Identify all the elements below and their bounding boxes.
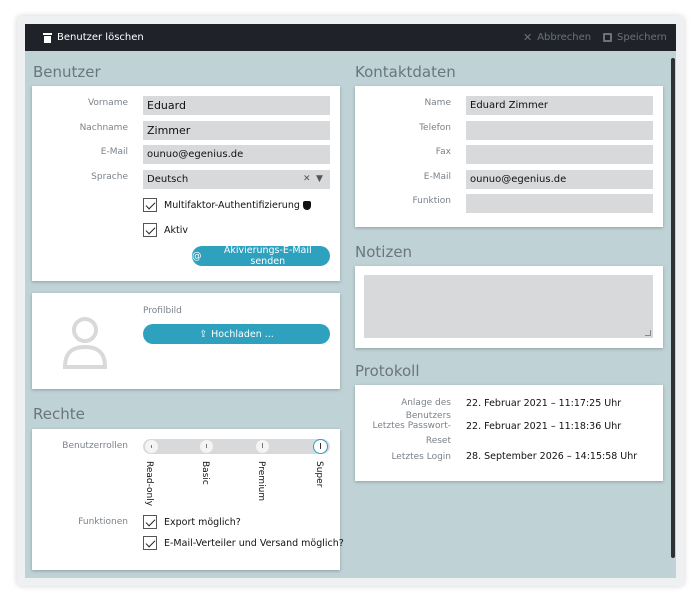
shield-icon <box>302 201 311 210</box>
nachname-label: Nachname <box>79 123 128 133</box>
protokoll-card: Anlage des Benutzers 22. Februar 2021 – … <box>355 385 663 481</box>
rechte-card: Benutzerrollen Read-only Basic Premium S… <box>32 429 344 570</box>
section-title-protokoll: Protokoll <box>355 362 420 380</box>
notizen-textarea[interactable] <box>364 275 653 338</box>
role-tick-basic[interactable] <box>200 440 213 453</box>
anlage-value: 22. Februar 2021 – 11:17:25 Uhr <box>466 398 622 409</box>
vorname-label: Vorname <box>87 98 128 108</box>
kontakt-name-input[interactable]: Eduard Zimmer <box>466 96 653 115</box>
section-title-kontaktdaten: Kontaktdaten <box>355 63 456 81</box>
kontakt-email-input[interactable]: ounuo@egenius.de <box>466 170 653 189</box>
profilbild-label: Profilbild <box>143 306 182 316</box>
upload-label: Hochladen ... <box>211 328 274 340</box>
cancel-label: Abbrechen <box>537 32 592 43</box>
role-label-basic: Basic <box>200 461 210 485</box>
verteiler-label: E-Mail-Verteiler und Versand möglich? <box>164 538 344 549</box>
mfa-label-text: Multifaktor-Authentifizierung <box>164 200 300 211</box>
upload-button[interactable]: ⇪ Hochladen ... <box>143 324 330 344</box>
section-title-benutzer: Benutzer <box>33 63 101 81</box>
send-activation-email-button[interactable]: @ Akivierungs-E-Mail senden <box>192 245 330 267</box>
upload-icon: ⇪ <box>199 328 208 340</box>
chevron-down-icon[interactable]: ▼ <box>316 174 323 184</box>
notizen-card <box>355 266 663 348</box>
save-icon <box>603 33 612 42</box>
profilbild-card: Profilbild ⇪ Hochladen ... <box>32 293 340 389</box>
trash-icon <box>43 32 52 43</box>
close-icon: ✕ <box>523 31 533 44</box>
reset-label-line2: Reset <box>425 436 451 446</box>
fax-input[interactable] <box>466 145 653 164</box>
kontakt-email-label: E-Mail <box>423 172 451 182</box>
role-label-premium: Premium <box>256 461 266 502</box>
save-label: Speichern <box>617 32 667 43</box>
role-slider[interactable] <box>143 439 330 454</box>
mfa-checkbox[interactable] <box>143 198 157 212</box>
vorname-input[interactable]: Eduard <box>143 96 330 115</box>
toolbar: Benutzer löschen ✕ Abbrechen Speichern <box>25 24 676 51</box>
role-tick-super[interactable] <box>313 439 328 454</box>
verteiler-checkbox[interactable] <box>143 536 157 550</box>
role-tick-premium[interactable] <box>256 440 269 453</box>
login-value: 28. September 2026 – 14:15:58 Uhr <box>466 451 638 462</box>
avatar-icon <box>62 317 108 369</box>
benutzerrollen-label: Benutzerrollen <box>62 441 128 451</box>
nachname-input[interactable]: Zimmer <box>143 121 330 140</box>
aktiv-label: Aktiv <box>164 225 188 236</box>
role-label-read-only: Read-only <box>144 461 154 507</box>
sprache-select[interactable]: Deutsch <box>143 170 330 189</box>
sprache-label: Sprache <box>91 172 128 182</box>
section-title-rechte: Rechte <box>33 405 85 423</box>
user-editor-window: Benutzer löschen ✕ Abbrechen Speichern B… <box>25 24 676 578</box>
telefon-label: Telefon <box>419 123 451 133</box>
aktiv-checkbox[interactable] <box>143 223 157 237</box>
kontakt-name-label: Name <box>424 98 451 108</box>
export-label: Export möglich? <box>164 517 241 528</box>
benutzer-card: Vorname Eduard Nachname Zimmer E-Mail ou… <box>32 86 340 281</box>
at-icon: @ <box>192 250 202 262</box>
send-activation-label: Akivierungs-E-Mail senden <box>223 245 312 267</box>
funktion-label: Funktion <box>412 196 451 206</box>
funktionen-label: Funktionen <box>78 517 128 527</box>
reset-value: 22. Februar 2021 – 11:18:36 Uhr <box>466 421 622 432</box>
funktion-input[interactable] <box>466 194 653 213</box>
resize-handle[interactable] <box>645 330 651 336</box>
section-title-notizen: Notizen <box>355 243 413 261</box>
kontakt-card: Name Eduard Zimmer Telefon Fax E-Mail ou… <box>355 86 663 227</box>
export-checkbox[interactable] <box>143 515 157 529</box>
role-label-super: Super <box>314 461 324 488</box>
scrollbar[interactable] <box>671 58 675 558</box>
mfa-label: Multifaktor-Authentifizierung <box>164 200 311 211</box>
cancel-button[interactable]: ✕ Abbrechen <box>523 24 591 51</box>
clear-icon[interactable]: ✕ <box>303 174 311 184</box>
role-tick-read-only[interactable] <box>145 440 158 453</box>
login-label: Letztes Login <box>391 452 451 462</box>
delete-user-label: Benutzer löschen <box>57 32 144 43</box>
telefon-input[interactable] <box>466 121 653 140</box>
email-label: E-Mail <box>100 147 128 157</box>
email-input[interactable]: ounuo@egenius.de <box>143 145 330 164</box>
fax-label: Fax <box>435 147 451 157</box>
save-button[interactable]: Speichern <box>603 24 667 51</box>
delete-user-button[interactable]: Benutzer löschen <box>43 24 144 51</box>
sprache-value: Deutsch <box>147 174 189 185</box>
reset-label-line1: Letztes Passwort- <box>372 421 451 431</box>
